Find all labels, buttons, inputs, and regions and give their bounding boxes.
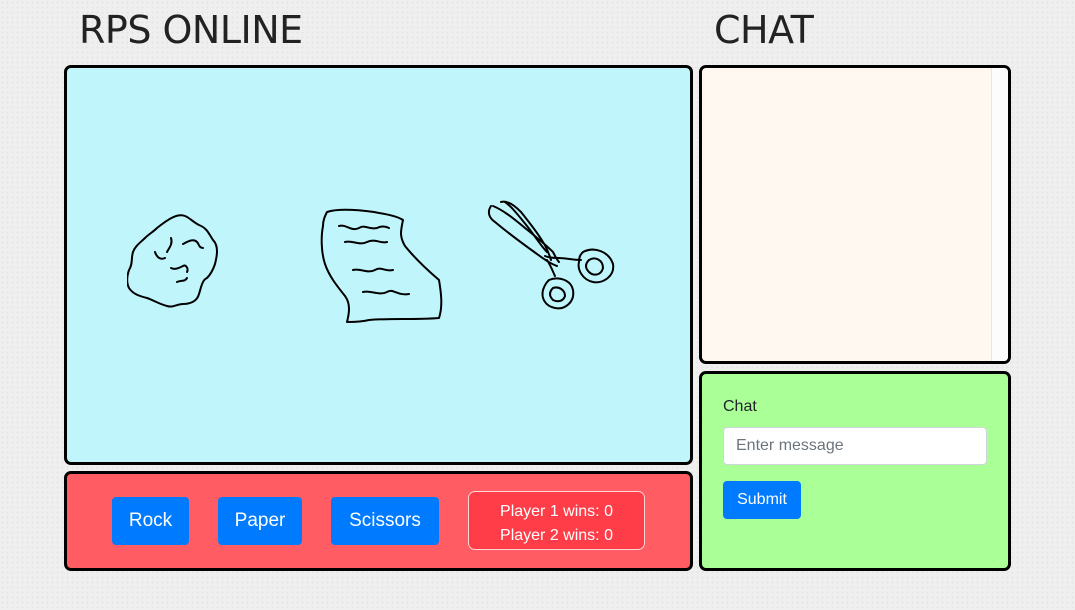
player2-wins: Player 2 wins: 0 bbox=[500, 527, 613, 544]
controls-bar: Rock Paper Scissors Player 1 wins: 0 Pla… bbox=[64, 471, 693, 571]
chat-title: CHAT bbox=[714, 8, 814, 52]
scoreboard: Player 1 wins: 0 Player 2 wins: 0 bbox=[468, 491, 645, 550]
chat-message-input[interactable] bbox=[723, 427, 987, 465]
paper-drawing-icon bbox=[320, 208, 443, 323]
scissors-drawing-icon bbox=[487, 200, 615, 310]
chat-log-scrollbar[interactable] bbox=[991, 68, 1008, 361]
chat-log[interactable] bbox=[699, 65, 1011, 364]
chat-form: Chat Submit bbox=[699, 371, 1011, 571]
paper-button[interactable]: Paper bbox=[218, 497, 302, 545]
game-area bbox=[64, 65, 693, 465]
player1-wins: Player 1 wins: 0 bbox=[500, 503, 613, 520]
rock-drawing-icon bbox=[127, 214, 218, 308]
game-title: RPS ONLINE bbox=[79, 8, 303, 52]
rock-button[interactable]: Rock bbox=[112, 497, 189, 545]
chat-input-label: Chat bbox=[723, 398, 757, 415]
submit-button[interactable]: Submit bbox=[723, 481, 801, 519]
scissors-button[interactable]: Scissors bbox=[331, 497, 439, 545]
page: RPS ONLINE CHAT Rock Paper Scissors Play… bbox=[0, 0, 1075, 610]
